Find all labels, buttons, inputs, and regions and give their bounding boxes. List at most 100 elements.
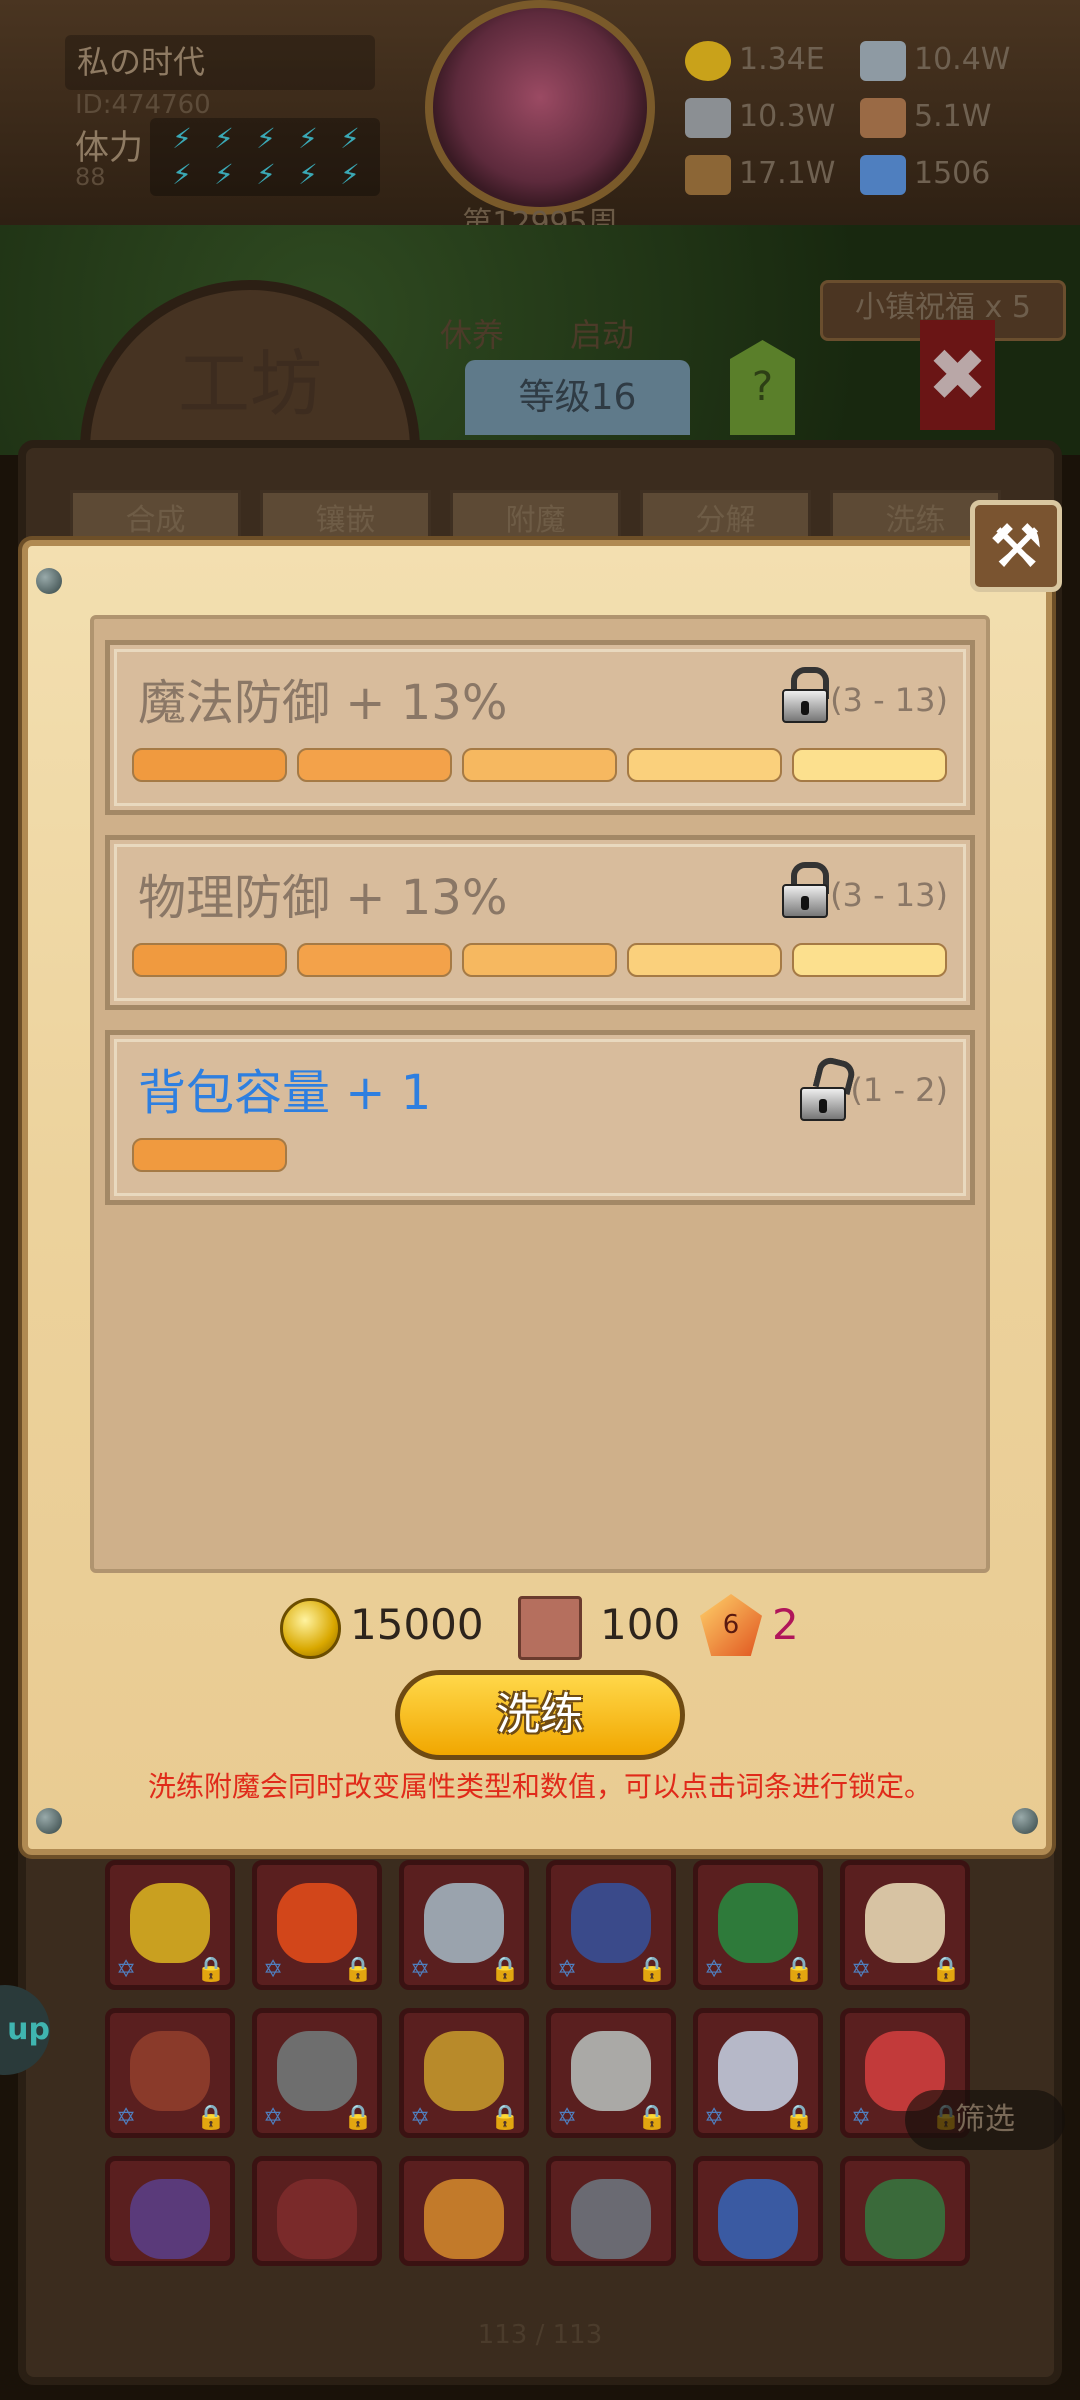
inventory-slot[interactable] bbox=[252, 2156, 382, 2266]
iron-ingot-icon bbox=[860, 40, 906, 81]
rivet bbox=[36, 1808, 62, 1834]
rivet bbox=[1012, 1808, 1038, 1834]
inventory-slot[interactable]: ✡🔒 bbox=[693, 1860, 823, 1990]
enchant-range: (3 - 13) bbox=[830, 681, 948, 719]
level-bar-segment bbox=[132, 1138, 287, 1172]
lock-icon: 🔒 bbox=[490, 2103, 520, 2131]
level-bar-segment bbox=[132, 748, 287, 782]
star-icon: ✡ bbox=[263, 1955, 284, 1983]
resource-crystal: 1506 bbox=[860, 149, 990, 199]
side-bubble-button[interactable]: up bbox=[0, 1985, 50, 2075]
enchant-row-magic-defense[interactable]: 魔法防御 + 13% (3 - 13) bbox=[105, 640, 975, 815]
leather-icon bbox=[860, 97, 906, 138]
refine-button[interactable]: 洗练 bbox=[395, 1670, 685, 1760]
inventory-slot[interactable] bbox=[546, 2156, 676, 2266]
lock-closed-icon[interactable] bbox=[782, 667, 829, 723]
inventory-slot[interactable]: ✡🔒 bbox=[693, 2008, 823, 2138]
star-icon: ✡ bbox=[410, 1955, 431, 1983]
lightning-icon: ⚡ bbox=[298, 122, 318, 155]
level-bar-segment bbox=[627, 748, 782, 782]
enchant-row-physical-defense[interactable]: 物理防御 + 13% (3 - 13) bbox=[105, 835, 975, 1010]
inventory-slot[interactable]: ✡🔒 bbox=[546, 1860, 676, 1990]
inventory-slot[interactable]: ✡🔒 bbox=[105, 2008, 235, 2138]
lightning-icon: ⚡ bbox=[214, 158, 234, 191]
resource-ore: 10.3W bbox=[685, 92, 835, 142]
star-icon: ✡ bbox=[851, 2103, 872, 2131]
stamina-bar: ⚡ ⚡ ⚡ ⚡ ⚡ ⚡ ⚡ ⚡ ⚡ ⚡ bbox=[150, 118, 380, 196]
skull-item-icon bbox=[571, 2179, 651, 2259]
inventory-slot[interactable]: ✡🔒 bbox=[252, 1860, 382, 1990]
player-name: 私の时代 bbox=[65, 35, 375, 90]
enchant-label: 背包容量 + 1 bbox=[138, 1065, 432, 1121]
lock-icon: 🔒 bbox=[931, 1955, 961, 1983]
helmet-item-icon bbox=[571, 2031, 651, 2111]
lock-icon: 🔒 bbox=[343, 1955, 373, 1983]
refine-cost: 15000 100 6 2 bbox=[280, 1590, 840, 1660]
stamina-value: 88 bbox=[75, 163, 106, 191]
lightning-icon: ⚡ bbox=[214, 122, 234, 155]
help-button[interactable]: ? bbox=[730, 340, 795, 435]
inventory-grid: ✡🔒 ✡🔒 ✡🔒 ✡🔒 ✡🔒 ✡🔒 ✡🔒 ✡🔒 ✡🔒 ✡🔒 ✡🔒 ✡🔒 bbox=[75, 1860, 985, 2300]
resource-leather: 5.1W bbox=[860, 92, 991, 142]
star-icon: ✡ bbox=[116, 2103, 137, 2131]
lock-icon: 🔒 bbox=[784, 1955, 814, 1983]
gem-cost: 2 bbox=[772, 1600, 799, 1649]
stamina-label: 体力 bbox=[75, 128, 143, 168]
scroll-icon bbox=[518, 1596, 582, 1660]
gold-cost: 15000 bbox=[350, 1600, 484, 1649]
silver-ring-item-icon bbox=[718, 2031, 798, 2111]
star-icon: ✡ bbox=[410, 2103, 431, 2131]
mask-item-icon bbox=[130, 2031, 210, 2111]
level-tab[interactable]: 等级16 bbox=[465, 360, 690, 435]
lock-closed-icon[interactable] bbox=[782, 862, 829, 918]
lightning-icon: ⚡ bbox=[340, 122, 360, 155]
backpack-item-icon bbox=[130, 1883, 210, 1963]
lock-icon: 🔒 bbox=[637, 2103, 667, 2131]
crown-item-icon bbox=[571, 1883, 651, 1963]
level-bar-segment bbox=[792, 748, 947, 782]
horn-item-icon bbox=[424, 1883, 504, 1963]
level-bar-segment bbox=[297, 748, 452, 782]
inventory-slot[interactable]: ✡🔒 bbox=[546, 2008, 676, 2138]
enchant-range: (1 - 2) bbox=[850, 1071, 948, 1109]
ring-item-icon bbox=[424, 2031, 504, 2111]
lock-icon: 🔒 bbox=[490, 1955, 520, 1983]
inventory-slot[interactable]: ✡🔒 bbox=[252, 2008, 382, 2138]
orb-item-icon bbox=[718, 2179, 798, 2259]
wood-log-icon bbox=[685, 154, 731, 195]
inventory-slot[interactable]: ✡🔒 bbox=[105, 1860, 235, 1990]
level-bar-segment bbox=[132, 943, 287, 977]
player-avatar[interactable] bbox=[425, 0, 655, 215]
feather-item-icon bbox=[718, 1883, 798, 1963]
inventory-slot[interactable] bbox=[105, 2156, 235, 2266]
hat-item-icon bbox=[130, 2179, 210, 2259]
workshop-title: 工坊 bbox=[177, 342, 322, 426]
enchant-row-bag-capacity[interactable]: 背包容量 + 1 (1 - 2) bbox=[105, 1030, 975, 1205]
pumpkin-item-icon bbox=[424, 2179, 504, 2259]
start-building-label[interactable]: 启动 bbox=[570, 310, 634, 356]
hammer-close-icon[interactable]: ⚒ bbox=[970, 500, 1062, 592]
filter-button[interactable]: 筛选 bbox=[905, 2090, 1065, 2150]
level-bar-segment bbox=[297, 943, 452, 977]
gold-coin-icon bbox=[685, 40, 731, 81]
inventory-slot[interactable]: ✡🔒 bbox=[399, 1860, 529, 1990]
lightning-icon: ⚡ bbox=[172, 122, 192, 155]
lightning-icon: ⚡ bbox=[256, 158, 276, 191]
inventory-slot[interactable] bbox=[693, 2156, 823, 2266]
star-icon: ✡ bbox=[851, 1955, 872, 1983]
inventory-slot[interactable]: ✡🔒 bbox=[399, 2008, 529, 2138]
axe-item-icon bbox=[277, 2031, 357, 2111]
crystal-icon bbox=[860, 154, 906, 195]
player-id: ID:474760 bbox=[75, 90, 211, 120]
close-button[interactable]: ✖ bbox=[920, 320, 995, 430]
star-icon: ✡ bbox=[704, 2103, 725, 2131]
star-icon: ✡ bbox=[263, 2103, 284, 2131]
rest-building-label[interactable]: 休养 bbox=[440, 310, 504, 356]
inventory-slot[interactable]: ✡🔒 bbox=[840, 1860, 970, 1990]
lock-open-icon[interactable] bbox=[800, 1054, 858, 1121]
level-bar-segment bbox=[462, 943, 617, 977]
lightning-icon: ⚡ bbox=[172, 158, 192, 191]
level-bar-segment bbox=[462, 748, 617, 782]
inventory-slot[interactable] bbox=[399, 2156, 529, 2266]
inventory-slot[interactable] bbox=[840, 2156, 970, 2266]
